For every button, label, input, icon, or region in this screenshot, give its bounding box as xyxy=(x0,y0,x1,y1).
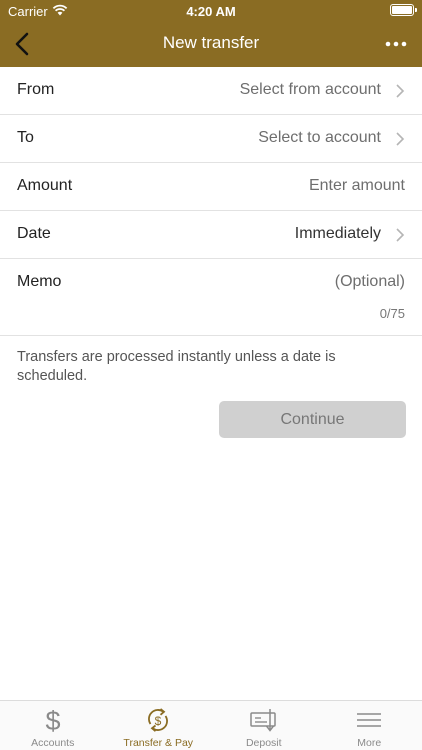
tab-label: Deposit xyxy=(245,737,282,749)
battery-icon xyxy=(390,4,417,16)
continue-button[interactable]: Continue xyxy=(219,401,406,438)
from-label: From xyxy=(17,81,55,98)
amount-label: Amount xyxy=(17,177,73,194)
date-label: Date xyxy=(17,225,51,242)
more-options-button[interactable] xyxy=(382,30,410,58)
to-label: To xyxy=(17,129,34,146)
transfer-pay-icon: $ xyxy=(148,708,169,732)
amount-input[interactable]: Enter amount xyxy=(309,177,405,195)
date-row[interactable]: Date Immediately xyxy=(0,211,422,259)
from-account-row[interactable]: From Select from account xyxy=(0,67,422,115)
to-account-value: Select to account xyxy=(258,129,381,146)
tab-bar: $ Accounts $ Transfer & Pay Deposit More xyxy=(0,700,422,750)
info-note: Transfers are processed instantly unless… xyxy=(17,349,336,384)
tab-label: Transfer & Pay xyxy=(123,737,194,749)
page-title: New transfer xyxy=(162,33,260,52)
from-account-value: Select from account xyxy=(239,81,381,98)
amount-row[interactable]: Amount Enter amount xyxy=(0,163,422,211)
tab-label: More xyxy=(357,737,382,749)
svg-text:$: $ xyxy=(45,706,60,734)
svg-text:$: $ xyxy=(155,714,162,728)
tab-transfer-pay[interactable]: $ Transfer & Pay xyxy=(106,701,212,750)
tab-deposit[interactable]: Deposit xyxy=(211,701,317,750)
chevron-right-icon xyxy=(396,132,405,146)
chevron-right-icon xyxy=(396,228,405,242)
dollar-icon: $ xyxy=(45,706,60,734)
deposit-check-icon xyxy=(250,709,276,732)
tab-label: Accounts xyxy=(31,737,75,749)
menu-icon xyxy=(357,713,382,727)
memo-input[interactable] xyxy=(145,271,405,293)
memo-row: Memo 0/75 xyxy=(0,259,422,336)
ellipsis-icon xyxy=(385,41,407,47)
memo-char-counter: 0/75 xyxy=(379,306,405,321)
status-time: 4:20 AM xyxy=(186,4,236,19)
chevron-right-icon xyxy=(396,84,405,98)
status-bar: Carrier 4:20 AM xyxy=(0,0,422,22)
tab-more[interactable]: More xyxy=(317,701,422,750)
tab-accounts[interactable]: $ Accounts xyxy=(0,701,106,750)
app-header: Carrier 4:20 AM New transfer xyxy=(0,0,422,67)
transfer-form: From Select from account To Select to ac… xyxy=(0,67,422,336)
date-value: Immediately xyxy=(294,225,381,242)
to-account-row[interactable]: To Select to account xyxy=(0,115,422,163)
memo-label: Memo xyxy=(17,273,62,290)
